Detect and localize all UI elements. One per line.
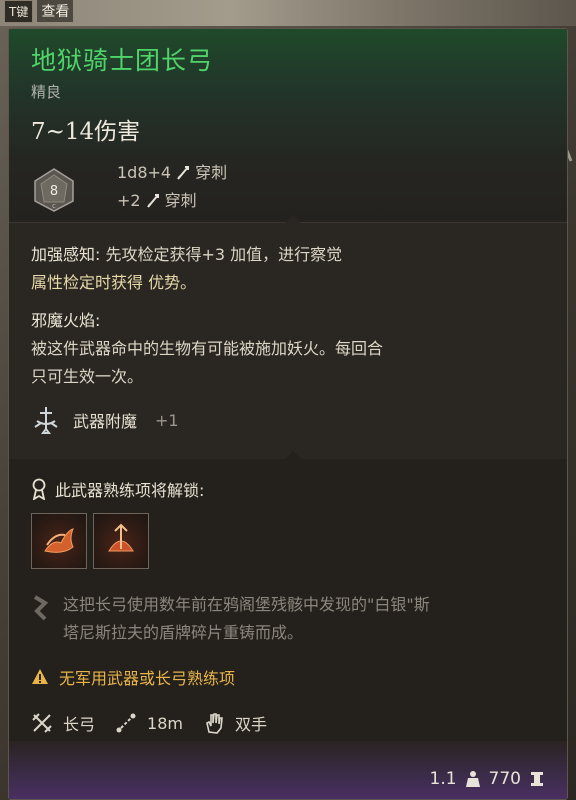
tooltip-footer: 1.1 770 [9,741,567,799]
lore-line: 这把长弓使用数年前在鸦阁堡残骸中发现的"白银"斯 [63,595,430,614]
item-rarity: 精良 [31,83,62,101]
property-weapon-type: 长弓 [31,711,95,735]
damage-line: +2 穿刺 [117,187,227,215]
passive-text-highlight: 属性检定时获得 优势。 [31,273,197,292]
passive-text: 被这件武器命中的生物有可能被施加妖火。每回合 [31,339,384,358]
hotkey-label: 查看 [37,0,74,22]
item-tooltip: 地狱骑士团长弓 精良 7~14伤害 8 C 1d8+4 穿刺 +2 穿刺 加强感… [8,28,568,800]
range-icon [116,713,136,733]
passive-name: 加强感知: [31,245,101,264]
piercing-icon [177,166,190,180]
weapon-enchantment: 武器附魔 +1 [31,405,179,435]
passive-hellfire: 邪魔火焰: 被这件武器命中的生物有可能被施加妖火。每回合 只可生效一次。 [31,307,545,391]
unlock-actions [31,513,545,569]
property-label: 双手 [234,715,267,734]
top-strip [0,0,576,26]
gold-coin-icon [531,772,543,786]
damage-line: 1d8+4 穿刺 [117,159,227,187]
weapon-properties: 长弓 18m 双手 [31,711,545,735]
tooltip-header: 地狱骑士团长弓 精良 7~14伤害 8 C 1d8+4 穿刺 +2 穿刺 [9,29,567,223]
flame-arrow-action-icon [44,528,74,553]
section-notch [285,451,301,459]
passive-text: 只可生效一次。 [31,367,144,386]
piercing-icon [146,194,159,208]
passive-enhanced-perception: 加强感知: 先攻检定获得+3 加值，进行察觉 属性检定时获得 优势。 [31,241,545,297]
die-value: 8 [50,184,58,199]
ritual-arrow-action[interactable] [93,513,149,569]
damage-breakdown: 1d8+4 穿刺 +2 穿刺 [117,159,227,215]
enchantment-label: 武器附魔 [73,412,138,431]
enchantment-value: +1 [155,410,179,430]
passives-section: 加强感知: 先攻检定获得+3 加值，进行察觉 属性检定时获得 优势。 邪魔火焰:… [9,223,567,459]
hand-icon [206,713,223,734]
unlock-title: 此武器熟练项将解锁: [55,481,205,500]
quill-icon [33,595,49,621]
item-weight: 1.1 [429,769,457,789]
warning-icon [32,669,48,684]
passive-name: 邪魔火焰: [31,311,101,330]
hotkey-key: T键 [4,0,34,23]
damage-type: 穿刺 [164,191,197,210]
property-label: 长弓 [63,715,96,734]
passive-text: 先攻检定获得+3 加值，进行察觉 [105,245,343,264]
lore-text: 这把长弓使用数年前在鸦阁堡残骸中发现的"白银"斯 塔尼斯拉夫的盾牌碎片重铸而成。 [31,591,545,647]
ribbon-icon [32,478,46,500]
property-range: 18m [115,712,183,734]
item-price: 770 [488,769,521,789]
lore-line: 塔尼斯拉夫的盾牌碎片重铸而成。 [63,623,304,642]
ritual-arrow-action-icon [108,523,134,552]
damage-value: 1d8+4 [117,163,172,182]
enchantment-icon [34,407,58,434]
crossed-swords-icon [32,713,52,733]
property-label: 18m [147,713,183,733]
damage-type: 穿刺 [195,163,228,182]
flame-arrow-action[interactable] [31,513,87,569]
proficiency-warning: 无军用武器或长弓熟练项 [31,665,545,689]
weight-icon [465,771,480,787]
svg-text:C: C [52,204,56,210]
warning-text: 无军用武器或长弓熟练项 [59,669,236,688]
item-damage: 7~14伤害 [31,119,141,145]
unlock-header: 此武器熟练项将解锁: [31,477,545,501]
property-handedness: 双手 [203,711,267,735]
damage-value: +2 [117,191,141,210]
item-name: 地狱骑士团长弓 [31,46,214,75]
d8-die-icon: 8 C [34,168,74,212]
inspect-hotkey[interactable]: T键 查看 [4,0,74,23]
section-notch [285,215,301,223]
